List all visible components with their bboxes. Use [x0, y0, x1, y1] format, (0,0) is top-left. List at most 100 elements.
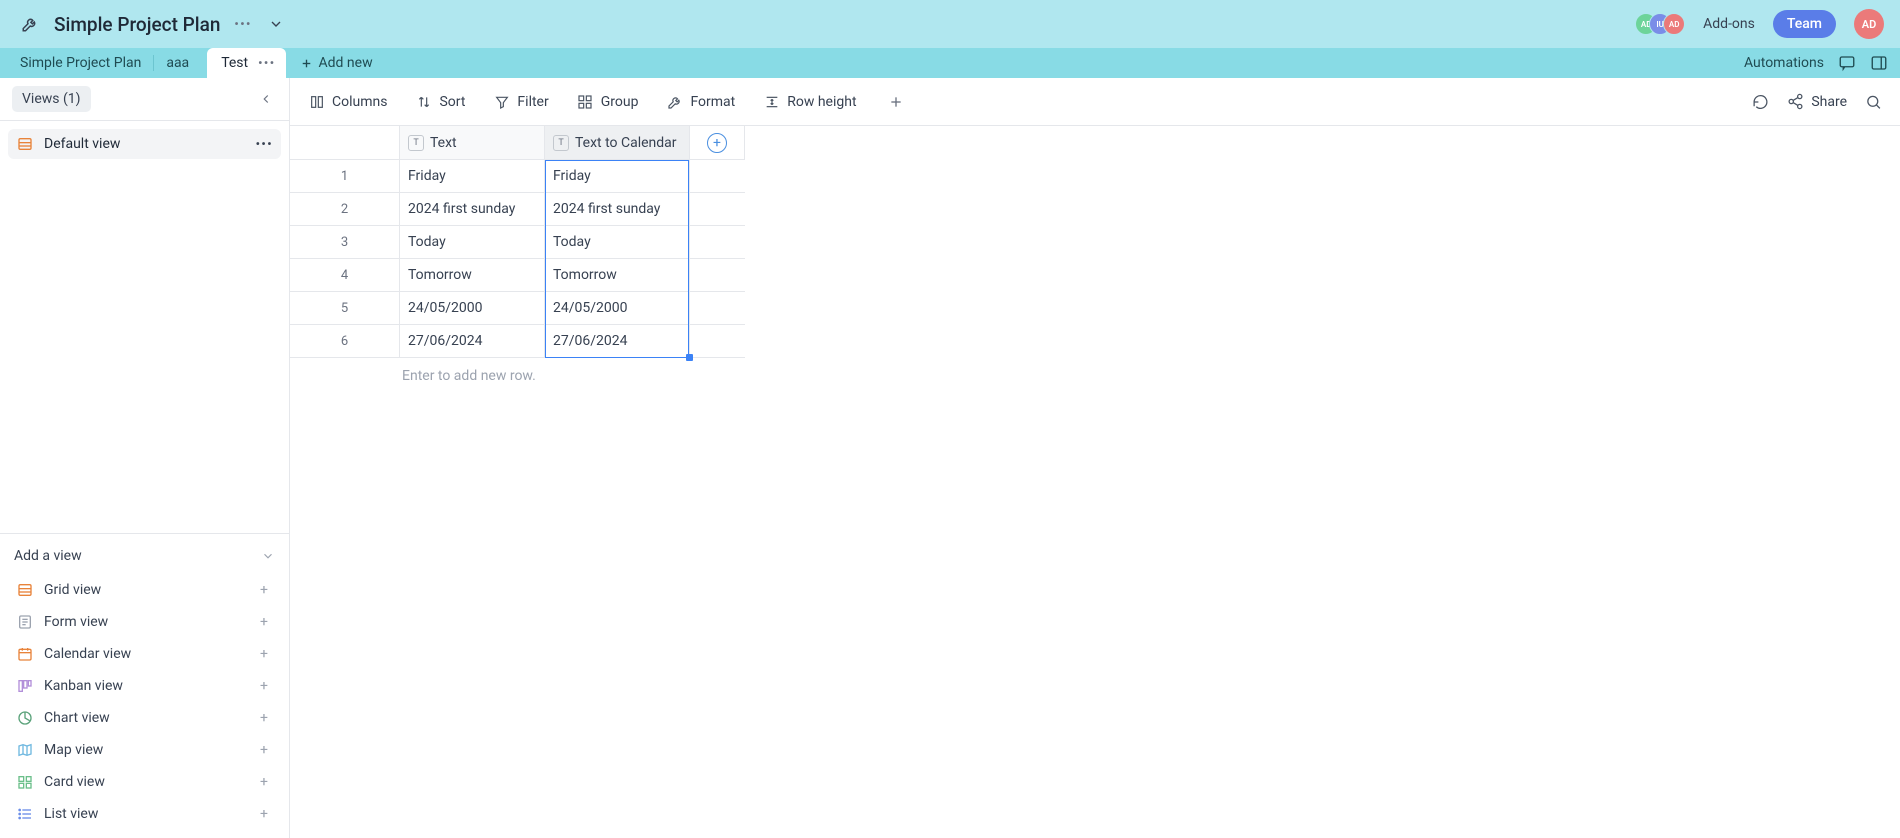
search-icon[interactable] [1865, 93, 1882, 110]
cell-text[interactable]: 27/06/2024 [400, 325, 545, 357]
undo-icon[interactable] [1752, 93, 1769, 110]
calendar-icon [16, 645, 34, 663]
text-type-icon: T [553, 135, 569, 151]
sort-icon [415, 93, 432, 110]
user-avatar[interactable]: AD [1854, 9, 1884, 39]
tabs-bar: Simple Project Plan aaa Test ••• Add new… [0, 48, 1900, 78]
title-more-menu[interactable]: ••• [234, 17, 251, 31]
card-icon [16, 773, 34, 791]
panel-icon[interactable] [1870, 54, 1888, 72]
views-count-pill[interactable]: Views (1) [12, 86, 91, 112]
sort-button[interactable]: Sort [415, 93, 465, 110]
add-view-toggle[interactable]: Add a view [14, 548, 275, 574]
cell-text[interactable]: 2024 first sunday [400, 193, 545, 225]
view-item-default[interactable]: Default view ••• [8, 129, 281, 159]
cell-ttc[interactable]: Friday [545, 160, 690, 192]
table-row: 5 24/05/2000 24/05/2000 [290, 292, 745, 325]
add-view-section: Add a view Grid view + Form view + [0, 533, 289, 838]
cell-text[interactable]: Today [400, 226, 545, 258]
tab-test[interactable]: Test ••• [207, 48, 285, 78]
view-name: Default view [44, 136, 120, 152]
view-more-menu[interactable]: ••• [256, 137, 273, 151]
row-height-button[interactable]: Row height [763, 93, 856, 110]
column-label: Text to Calendar [575, 135, 677, 151]
column-label: Text [430, 135, 457, 151]
plus-icon: + [255, 646, 273, 662]
cell-text[interactable]: Tomorrow [400, 259, 545, 291]
filter-button[interactable]: Filter [493, 93, 548, 110]
view-type-label: Chart view [44, 710, 110, 726]
plus-icon: + [255, 742, 273, 758]
row-number[interactable]: 4 [290, 259, 400, 291]
table-row: 3 Today Today [290, 226, 745, 259]
add-chart-view[interactable]: Chart view + [14, 702, 275, 734]
main-content: Columns Sort Filter Group Format [290, 78, 1900, 838]
plus-icon: + [255, 582, 273, 598]
cell-ttc[interactable]: Today [545, 226, 690, 258]
toolbar-label: Row height [787, 94, 856, 110]
cell-ttc[interactable]: Tomorrow [545, 259, 690, 291]
add-calendar-view[interactable]: Calendar view + [14, 638, 275, 670]
list-icon [16, 805, 34, 823]
breadcrumb-root[interactable]: Simple Project Plan [8, 48, 153, 78]
plus-icon: + [255, 806, 273, 822]
format-icon [666, 93, 683, 110]
view-type-label: List view [44, 806, 98, 822]
add-map-view[interactable]: Map view + [14, 734, 275, 766]
add-grid-view[interactable]: Grid view + [14, 574, 275, 606]
view-type-label: Form view [44, 614, 108, 630]
cell-ttc[interactable]: 24/05/2000 [545, 292, 690, 324]
row-number[interactable]: 3 [290, 226, 400, 258]
toolbar-add-button[interactable] [885, 91, 907, 113]
row-number[interactable]: 5 [290, 292, 400, 324]
addons-link[interactable]: Add-ons [1703, 16, 1755, 32]
group-button[interactable]: Group [577, 93, 639, 110]
form-icon [16, 613, 34, 631]
add-column-button[interactable]: + [707, 133, 727, 153]
add-kanban-view[interactable]: Kanban view + [14, 670, 275, 702]
tab-aaa[interactable]: aaa [154, 48, 201, 78]
tab-active-label: Test [221, 55, 248, 71]
cell-ttc[interactable]: 27/06/2024 [545, 325, 690, 357]
project-title[interactable]: Simple Project Plan [54, 13, 220, 36]
columns-button[interactable]: Columns [308, 93, 387, 110]
collapse-sidebar-button[interactable] [255, 88, 277, 110]
view-type-label: Card view [44, 774, 105, 790]
format-button[interactable]: Format [666, 93, 735, 110]
data-grid: T Text T Text to Calendar + [290, 126, 745, 384]
add-form-view[interactable]: Form view + [14, 606, 275, 638]
app-header: Simple Project Plan ••• AD IU AD Add-ons… [0, 0, 1900, 48]
row-number[interactable]: 1 [290, 160, 400, 192]
add-row-hint[interactable]: Enter to add new row. [290, 358, 745, 384]
automations-link[interactable]: Automations [1744, 55, 1824, 71]
table-row: 1 Friday Friday [290, 160, 745, 193]
grid-toolbar: Columns Sort Filter Group Format [290, 78, 1900, 126]
add-card-view[interactable]: Card view + [14, 766, 275, 798]
columns-icon [308, 93, 325, 110]
view-type-label: Map view [44, 742, 103, 758]
share-button[interactable]: Share [1787, 93, 1847, 110]
row-number[interactable]: 2 [290, 193, 400, 225]
toolbar-label: Group [601, 94, 639, 110]
plus-icon: + [255, 678, 273, 694]
sidebar: Views (1) Default view ••• Add a view [0, 78, 290, 838]
add-new-tab[interactable]: Add new [286, 48, 387, 78]
column-header-text[interactable]: T Text [400, 126, 545, 159]
row-height-icon [763, 93, 780, 110]
column-header-text-to-calendar[interactable]: T Text to Calendar [545, 126, 690, 159]
collaborator-avatars[interactable]: AD IU AD [1635, 13, 1685, 35]
toolbar-label: Format [690, 94, 735, 110]
chevron-down-icon[interactable] [266, 14, 286, 34]
comments-icon[interactable] [1838, 54, 1856, 72]
row-number[interactable]: 6 [290, 325, 400, 357]
tab-more-menu[interactable]: ••• [258, 56, 275, 70]
toolbar-label: Sort [439, 94, 465, 110]
team-button[interactable]: Team [1773, 10, 1836, 38]
cell-ttc[interactable]: 2024 first sunday [545, 193, 690, 225]
view-type-label: Calendar view [44, 646, 131, 662]
add-list-view[interactable]: List view + [14, 798, 275, 830]
rownum-header [290, 126, 400, 159]
cell-text[interactable]: Friday [400, 160, 545, 192]
cell-text[interactable]: 24/05/2000 [400, 292, 545, 324]
toolbar-label: Filter [517, 94, 548, 110]
